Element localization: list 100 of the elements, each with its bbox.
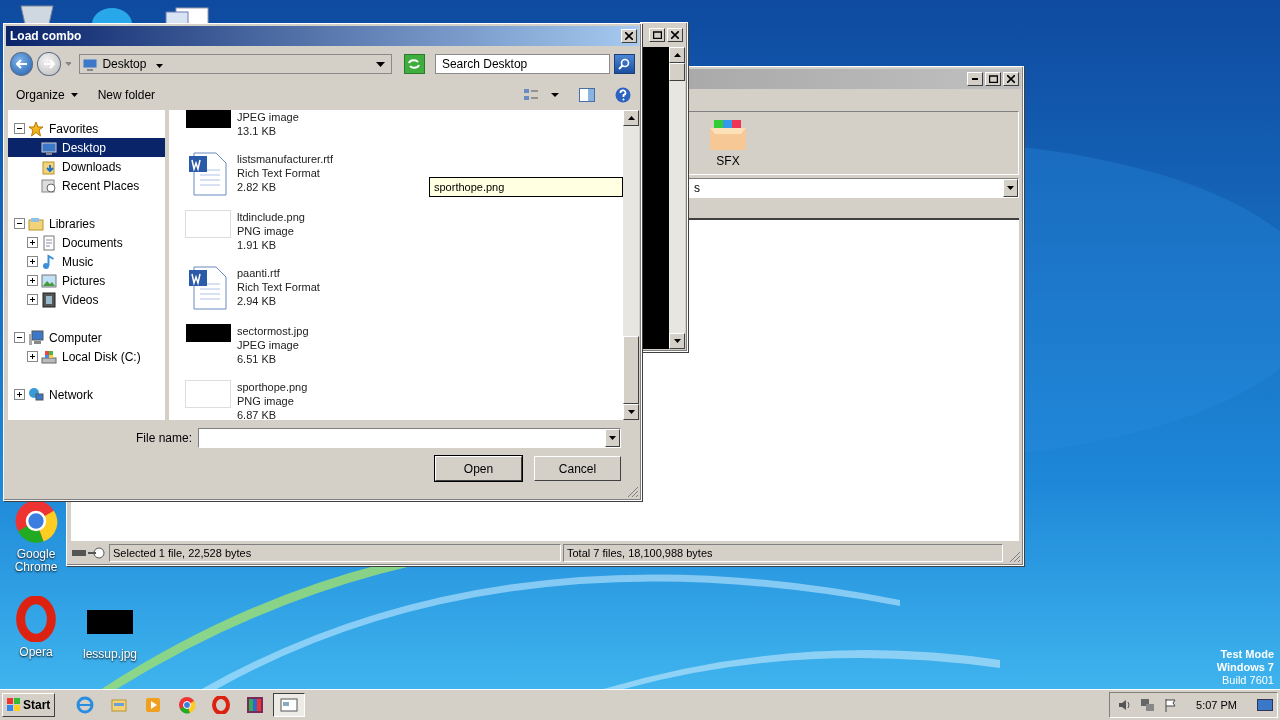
dropdown-button[interactable]	[1003, 179, 1018, 197]
address-bar[interactable]: Desktop	[79, 54, 392, 74]
plus-icon	[29, 239, 36, 246]
tree-item[interactable]: Computer	[8, 328, 165, 347]
collapse-toggle[interactable]	[14, 218, 25, 229]
help-icon[interactable]	[615, 87, 631, 103]
maximize-button[interactable]	[649, 28, 665, 42]
resize-grip[interactable]	[627, 486, 639, 498]
tree-item[interactable]: Network	[8, 385, 165, 404]
music-icon	[41, 253, 57, 270]
field-label: File name:	[135, 431, 192, 445]
browser-icon	[76, 696, 95, 714]
forward-button[interactable]	[37, 52, 61, 76]
up-arrow-icon[interactable]	[627, 116, 635, 120]
down-arrow-icon[interactable]	[627, 410, 635, 414]
expand-toggle[interactable]	[27, 256, 38, 267]
downloads-icon	[41, 158, 57, 175]
expand-toggle[interactable]	[27, 237, 38, 248]
close-button[interactable]	[667, 28, 683, 42]
network-icon[interactable]	[1140, 698, 1157, 712]
collapse-toggle[interactable]	[14, 123, 25, 134]
plus-icon	[16, 391, 23, 398]
status-text: Selected 1 file, 22,528 bytes	[109, 544, 561, 562]
tree-item[interactable]: Favorites	[8, 119, 165, 138]
tree-item[interactable]: Videos	[8, 290, 165, 309]
toolbar-button[interactable]: Organize	[16, 88, 78, 102]
caret-icon[interactable]	[551, 93, 559, 97]
tree-item[interactable]: Libraries	[8, 214, 165, 233]
start-button[interactable]: Start	[2, 693, 56, 717]
expand-toggle[interactable]	[27, 294, 38, 305]
tree-item[interactable]: Pictures	[8, 271, 165, 290]
scrollbar[interactable]	[669, 47, 685, 349]
flag-icon[interactable]	[1164, 698, 1179, 712]
folder-icon	[110, 696, 129, 714]
preview-pane-icon[interactable]	[579, 88, 595, 102]
close-button[interactable]	[1003, 72, 1019, 86]
tree-item[interactable]: Documents	[8, 233, 165, 252]
file-item[interactable]: listsmanufacturer.rtf Rich Text Format 2.82 KB	[185, 152, 333, 196]
toolbar-button[interactable]: SFX	[708, 118, 748, 168]
computer-icon	[28, 329, 44, 346]
plus-icon	[29, 353, 36, 360]
chrome-icon	[178, 696, 197, 714]
file-size: 6.87 KB	[237, 408, 278, 422]
maximize-button[interactable]	[985, 72, 1001, 86]
search-field[interactable]: Search Desktop	[434, 54, 610, 74]
tree-item[interactable]: Local Disk (C:)	[8, 347, 165, 366]
refresh-button[interactable]	[403, 54, 425, 74]
open-button[interactable]: Open	[435, 456, 522, 481]
expand-toggle[interactable]	[27, 275, 38, 286]
pictures-icon	[41, 272, 57, 289]
show-desktop-icon[interactable]	[1257, 698, 1273, 712]
file-item[interactable]: JPEG image 13.1 KB	[185, 110, 299, 138]
tree-item[interactable]: Recent Places	[8, 176, 165, 195]
minimize-icon	[972, 78, 978, 80]
caret-icon	[1007, 186, 1014, 190]
down-arrow-icon[interactable]	[673, 339, 681, 343]
tree-item[interactable]: Desktop	[8, 138, 165, 157]
scroll-thumb[interactable]	[623, 336, 639, 404]
file-item[interactable]: ltdinclude.png PNG image 1.91 KB	[185, 210, 305, 252]
file-item[interactable]: sporthope.png PNG image 6.87 KB	[185, 380, 308, 422]
file-item[interactable]: sectormost.jpg JPEG image 6.51 KB	[185, 324, 309, 366]
windows-logo-icon	[7, 698, 21, 712]
file-name-field[interactable]	[198, 428, 621, 448]
clock[interactable]: 5:07 PM	[1196, 699, 1237, 711]
back-arrow-icon	[15, 59, 28, 69]
box-icon	[708, 118, 748, 152]
taskbar-button[interactable]	[273, 693, 306, 717]
speaker-icon[interactable]	[1118, 698, 1133, 712]
image-thumbnail	[185, 324, 231, 342]
play-icon	[144, 696, 163, 714]
search-button[interactable]	[613, 54, 635, 74]
tree-item[interactable]: Music	[8, 252, 165, 271]
disk-icon	[41, 348, 57, 365]
documents-icon	[41, 234, 57, 251]
tree-item[interactable]: Downloads	[8, 157, 165, 176]
scroll-thumb[interactable]	[669, 63, 685, 81]
file-name: sectormost.jpg	[237, 324, 309, 338]
close-icon	[625, 32, 633, 40]
minimize-button[interactable]	[967, 72, 983, 86]
dropdown-button[interactable]	[605, 429, 620, 447]
collapse-toggle[interactable]	[14, 332, 25, 343]
window-icon	[280, 696, 299, 714]
window-title: Load combo	[10, 29, 83, 43]
close-icon	[1007, 75, 1015, 83]
file-name: paanti.rtf	[237, 266, 281, 280]
resize-grip[interactable]	[1009, 551, 1021, 563]
file-item[interactable]: paanti.rtf Rich Text Format 2.94 KB	[185, 266, 320, 310]
toolbar-button[interactable]: New folder	[97, 88, 156, 102]
close-button[interactable]	[621, 29, 637, 43]
cancel-button[interactable]: Cancel	[534, 456, 621, 481]
up-arrow-icon[interactable]	[673, 53, 681, 57]
file-size: 6.51 KB	[237, 352, 278, 366]
expand-toggle[interactable]	[27, 351, 38, 362]
scrollbar[interactable]	[623, 110, 639, 420]
refresh-icon	[407, 58, 422, 70]
network-icon	[28, 386, 44, 403]
back-button[interactable]	[10, 52, 34, 76]
system-text: Windows 7	[1216, 661, 1274, 674]
expand-toggle[interactable]	[14, 389, 25, 400]
favorites-icon	[28, 120, 44, 137]
